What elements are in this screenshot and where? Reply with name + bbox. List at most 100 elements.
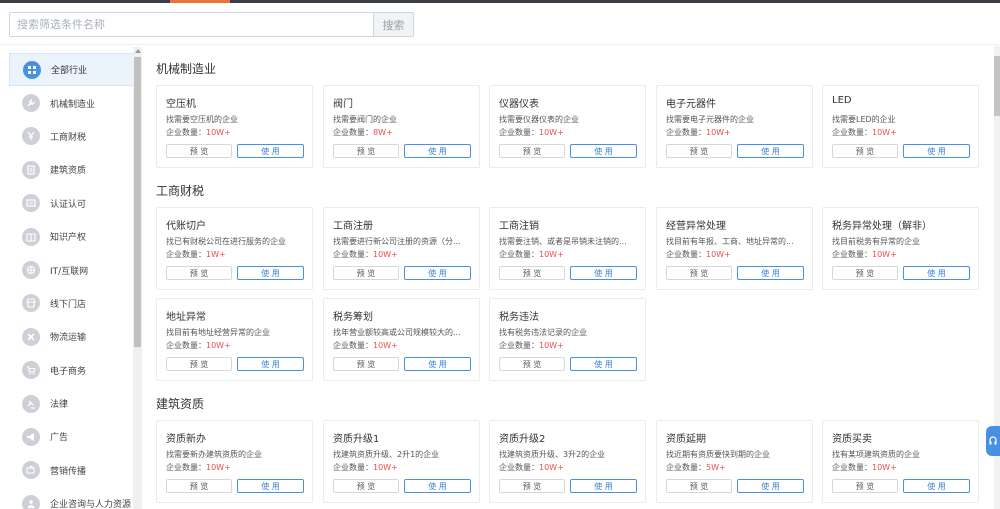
preview-button[interactable]: 预 览 — [832, 144, 898, 158]
use-button[interactable]: 使 用 — [570, 479, 637, 493]
use-button[interactable]: 使 用 — [404, 357, 471, 371]
search-button[interactable]: 搜索 — [374, 12, 414, 37]
sidebar-item[interactable]: 电子商务 — [9, 354, 142, 387]
preview-button[interactable]: 预 览 — [166, 144, 232, 158]
card-title: 代账切户 — [166, 221, 206, 232]
preview-button[interactable]: 预 览 — [832, 266, 898, 280]
use-button[interactable]: 使 用 — [404, 266, 471, 280]
template-card[interactable]: 工商注册 找需要进行新公司注册的资源（分... 企业数量：10W+ 预 览使 用 — [323, 207, 480, 290]
preview-button[interactable]: 预 览 — [333, 357, 399, 371]
sidebar-item[interactable]: 线下门店 — [9, 287, 142, 320]
sidebar-scrollbar[interactable] — [133, 47, 142, 509]
use-button[interactable]: 使 用 — [903, 144, 970, 158]
headset-icon — [989, 436, 997, 445]
preview-button[interactable]: 预 览 — [499, 266, 565, 280]
preview-button[interactable]: 预 览 — [166, 479, 232, 493]
main-scroll-thumb[interactable] — [994, 56, 1000, 116]
preview-button[interactable]: 预 览 — [666, 266, 732, 280]
card-title: 税务异常处理（解非） — [832, 221, 932, 232]
card-description: 找目前税务有异常的企业 — [832, 237, 920, 246]
count-label: 企业数量： — [166, 128, 206, 137]
sidebar-item-label: 营销传播 — [50, 466, 87, 477]
count-label: 企业数量： — [166, 250, 206, 259]
template-card[interactable]: 空压机 找需要空压机的企业 企业数量：10W+ 预 览使 用 — [156, 85, 313, 168]
preview-button[interactable]: 预 览 — [832, 479, 898, 493]
sidebar-item-label: 工商财税 — [50, 132, 87, 143]
use-button[interactable]: 使 用 — [237, 144, 304, 158]
count-value: 10W+ — [706, 128, 731, 137]
preview-button[interactable]: 预 览 — [499, 357, 565, 371]
preview-button[interactable]: 预 览 — [333, 479, 399, 493]
scroll-up-arrow[interactable] — [135, 49, 141, 53]
template-card[interactable]: 电子元器件 找需要电子元器件的企业 企业数量：10W+ 预 览使 用 — [656, 85, 813, 168]
template-card[interactable]: 仪器仪表 找需要仪器仪表的企业 企业数量：10W+ 预 览使 用 — [489, 85, 646, 168]
use-button[interactable]: 使 用 — [737, 144, 804, 158]
use-button[interactable]: 使 用 — [237, 479, 304, 493]
count-value: 10W+ — [539, 341, 564, 350]
count-value: 10W+ — [872, 128, 897, 137]
use-button[interactable]: 使 用 — [737, 479, 804, 493]
sidebar-item-label: 线下门店 — [50, 299, 87, 310]
template-card[interactable]: 代账切户 找已有财税公司在进行服务的企业 企业数量：1W+ 预 览使 用 — [156, 207, 313, 290]
floating-service-tab[interactable] — [986, 426, 1000, 456]
template-card[interactable]: 工商注销 找需要注销、或者是吊销未注销的... 企业数量：10W+ 预 览使 用 — [489, 207, 646, 290]
template-card[interactable]: LED 找需要LED的企业 企业数量：10W+ 预 览使 用 — [822, 85, 979, 168]
card-description: 找需要注销、或者是吊销未注销的... — [499, 237, 627, 246]
template-card[interactable]: 税务筹划 找年营业额较高或公司规模较大的... 企业数量：10W+ 预 览使 用 — [323, 298, 480, 381]
sidebar-scroll-thumb[interactable] — [134, 57, 141, 347]
template-card[interactable]: 税务违法 找有税务违法记录的企业 企业数量：10W+ 预 览使 用 — [489, 298, 646, 381]
count-label: 企业数量： — [333, 128, 373, 137]
use-button[interactable]: 使 用 — [404, 144, 471, 158]
preview-button[interactable]: 预 览 — [333, 266, 399, 280]
sidebar-item[interactable]: IT/互联网 — [9, 253, 142, 286]
card-description: 找有税务违法记录的企业 — [499, 328, 587, 337]
preview-button[interactable]: 预 览 — [499, 144, 565, 158]
company-count: 企业数量：10W+ — [666, 127, 731, 138]
use-button[interactable]: 使 用 — [570, 357, 637, 371]
sidebar-item[interactable]: 建筑资质 — [9, 153, 142, 186]
preview-button[interactable]: 预 览 — [333, 144, 399, 158]
sidebar-item[interactable]: 工商财税 — [9, 120, 142, 153]
preview-button[interactable]: 预 览 — [666, 479, 732, 493]
search-input[interactable] — [9, 12, 374, 37]
sidebar-item[interactable]: 知识产权 — [9, 220, 142, 253]
sidebar-item[interactable]: 法律 — [9, 387, 142, 420]
sidebar-item-label: 电子商务 — [50, 366, 87, 377]
card-description: 找需要LED的企业 — [832, 115, 896, 124]
template-card[interactable]: 资质买卖 找有某项建筑资质的企业 企业数量：10W+ 预 览使 用 — [822, 420, 979, 503]
preview-button[interactable]: 预 览 — [499, 479, 565, 493]
use-button[interactable]: 使 用 — [903, 479, 970, 493]
sidebar-item[interactable]: 认证认可 — [9, 187, 142, 220]
template-card[interactable]: 资质升级1 找建筑资质升级、2升1的企业 企业数量：10W+ 预 览使 用 — [323, 420, 480, 503]
template-card[interactable]: 地址异常 找目前有地址经营异常的企业 企业数量：10W+ 预 览使 用 — [156, 298, 313, 381]
template-card[interactable]: 资质新办 找需要新办建筑资质的企业 企业数量：10W+ 预 览使 用 — [156, 420, 313, 503]
use-button[interactable]: 使 用 — [570, 144, 637, 158]
preview-button[interactable]: 预 览 — [666, 144, 732, 158]
template-card[interactable]: 阀门 找需要阀门的企业 企业数量：8W+ 预 览使 用 — [323, 85, 480, 168]
card-description: 找年营业额较高或公司规模较大的... — [333, 328, 461, 337]
preview-button[interactable]: 预 览 — [166, 266, 232, 280]
template-card[interactable]: 税务异常处理（解非） 找目前税务有异常的企业 企业数量：10W+ 预 览使 用 — [822, 207, 979, 290]
count-label: 企业数量： — [499, 128, 539, 137]
card-title: 资质升级1 — [333, 434, 380, 445]
use-button[interactable]: 使 用 — [237, 266, 304, 280]
company-count: 企业数量：8W+ — [333, 127, 393, 138]
sidebar-item[interactable]: 全部行业 — [9, 53, 142, 87]
template-card[interactable]: 资质升级2 找建筑资质升级、3升2的企业 企业数量：10W+ 预 览使 用 — [489, 420, 646, 503]
sidebar-item[interactable]: 营销传播 — [9, 454, 142, 487]
broadcast-icon — [22, 461, 40, 480]
use-button[interactable]: 使 用 — [903, 266, 970, 280]
use-button[interactable]: 使 用 — [237, 357, 304, 371]
use-button[interactable]: 使 用 — [737, 266, 804, 280]
template-card[interactable]: 经营异常处理 找目前有年报、工商、地址异常的... 企业数量：10W+ 预 览使 用 — [656, 207, 813, 290]
sidebar-item[interactable]: 机械制造业 — [9, 86, 142, 119]
sidebar-item[interactable]: 企业咨询与人力资源 — [9, 487, 142, 509]
preview-button[interactable]: 预 览 — [166, 357, 232, 371]
use-button[interactable]: 使 用 — [570, 266, 637, 280]
certificate-icon — [22, 194, 40, 213]
template-card[interactable]: 资质延期 找近期有资质要快到期的企业 企业数量：5W+ 预 览使 用 — [656, 420, 813, 503]
sidebar-item[interactable]: 广告 — [9, 420, 142, 453]
sidebar-item[interactable]: 物流运输 — [9, 320, 142, 353]
use-button[interactable]: 使 用 — [404, 479, 471, 493]
count-value: 10W+ — [539, 463, 564, 472]
